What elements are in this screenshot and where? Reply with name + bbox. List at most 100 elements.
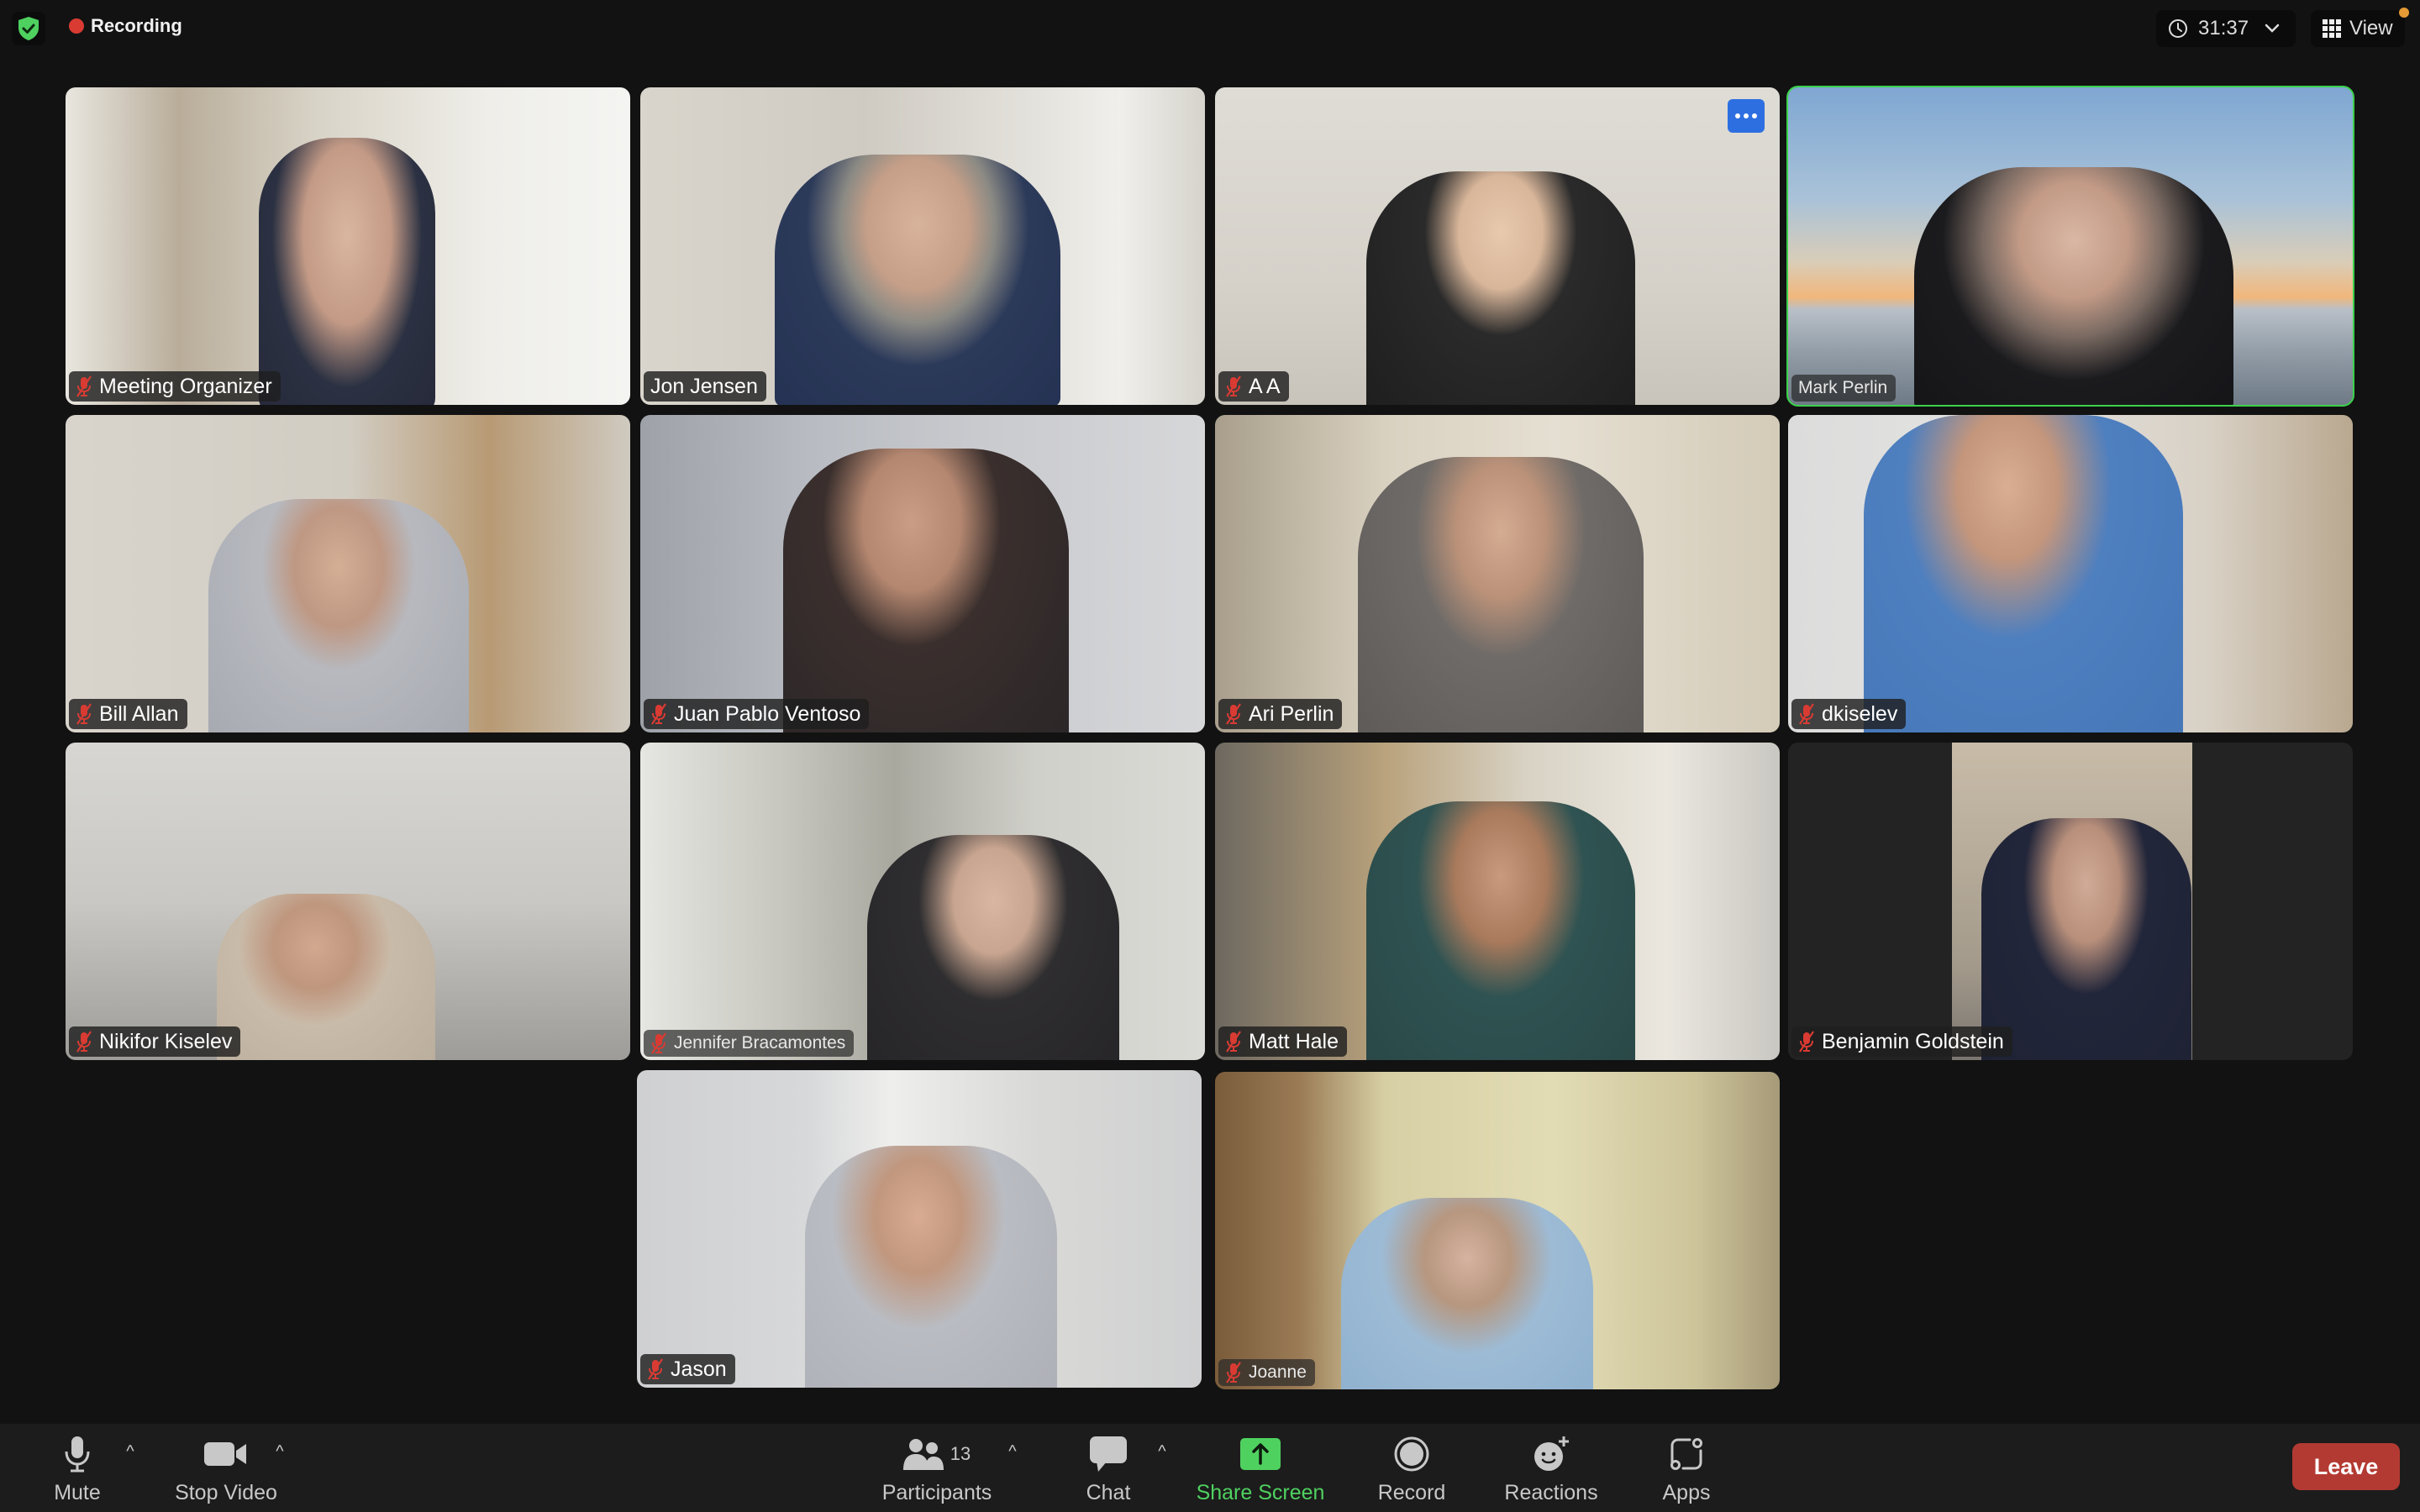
video-tile[interactable]: A A — [1215, 87, 1780, 405]
participant-name: Nikifor Kiselev — [99, 1029, 233, 1053]
video-tile[interactable]: Jon Jensen — [640, 87, 1205, 405]
participant-video — [259, 138, 435, 405]
participant-name: A A — [1249, 374, 1281, 398]
participant-name: dkiselev — [1822, 701, 1898, 726]
mic-muted-icon — [1226, 703, 1241, 725]
audio-options-caret-icon[interactable]: ^ — [122, 1442, 139, 1461]
mic-muted-icon — [76, 1031, 92, 1053]
recording-dot-icon — [69, 18, 84, 34]
participant-nameplate: Jon Jensen — [644, 371, 766, 402]
mic-muted-icon — [76, 375, 92, 397]
participants-count: 13 — [950, 1443, 971, 1464]
participant-nameplate: Jennifer Bracamontes — [644, 1030, 855, 1057]
participant-name: Meeting Organizer — [99, 374, 272, 398]
mic-muted-icon — [1226, 1362, 1241, 1383]
mic-muted-icon — [1799, 703, 1814, 725]
mic-muted-icon — [1226, 375, 1241, 397]
notification-dot — [2399, 8, 2409, 18]
stop-video-button[interactable]: Stop Video — [170, 1424, 282, 1512]
chat-label: Chat — [1086, 1481, 1131, 1504]
mic-muted-icon — [651, 1032, 666, 1054]
timer-value: 31:37 — [2198, 17, 2249, 39]
chevron-down-icon — [2265, 24, 2280, 33]
video-tile[interactable]: Meeting Organizer — [66, 87, 630, 405]
mic-muted-icon — [648, 1358, 663, 1380]
microphone-icon — [65, 1436, 90, 1473]
video-tile[interactable]: Matt Hale — [1215, 743, 1780, 1060]
video-camera-icon — [204, 1442, 246, 1466]
video-tile[interactable]: Bill Allan — [66, 415, 630, 732]
participant-name: Juan Pablo Ventoso — [674, 701, 861, 726]
participant-video — [775, 155, 1060, 405]
video-tile[interactable]: Benjamin Goldstein — [1788, 743, 2353, 1060]
participant-nameplate: Benjamin Goldstein — [1791, 1026, 2012, 1057]
participant-video — [1864, 415, 2183, 732]
security-button[interactable] — [12, 12, 45, 45]
participants-options-caret-icon[interactable]: ^ — [1004, 1442, 1021, 1461]
video-tile-active-speaker[interactable]: Mark Perlin — [1786, 86, 2354, 407]
share-screen-label: Share Screen — [1196, 1481, 1325, 1504]
participant-video — [1914, 167, 2233, 405]
reactions-smiley-icon — [1534, 1436, 1569, 1471]
participant-name: Joanne — [1249, 1362, 1307, 1382]
participants-button[interactable]: 13 Participants — [874, 1424, 1000, 1512]
mic-muted-icon — [1226, 1031, 1241, 1053]
video-options-caret-icon[interactable]: ^ — [271, 1442, 288, 1461]
video-tile[interactable]: Joanne — [1215, 1072, 1780, 1389]
video-tile[interactable]: Nikifor Kiselev — [66, 743, 630, 1060]
participant-nameplate: Joanne — [1218, 1359, 1315, 1386]
participant-nameplate: Nikifor Kiselev — [69, 1026, 241, 1057]
recording-label: Recording — [91, 15, 182, 36]
participant-name: Jason — [671, 1357, 727, 1381]
participant-video — [208, 499, 469, 732]
view-label: View — [2349, 17, 2393, 39]
stop-video-label: Stop Video — [175, 1481, 277, 1504]
participant-nameplate: A A — [1218, 371, 1289, 402]
share-screen-icon — [1240, 1438, 1281, 1470]
participant-name: Matt Hale — [1249, 1029, 1339, 1053]
mic-muted-icon — [651, 703, 666, 725]
reactions-button[interactable]: Reactions — [1501, 1424, 1602, 1512]
apps-label: Apps — [1662, 1481, 1711, 1504]
grid-icon — [2323, 19, 2341, 38]
participant-nameplate: dkiselev — [1791, 699, 1907, 729]
top-bar: Recording 31:37 View — [0, 0, 2420, 59]
meeting-toolbar: Mute ^ Stop Video ^ 13 Participants ^ Ch… — [0, 1424, 2420, 1512]
record-button[interactable]: Record — [1370, 1424, 1454, 1512]
video-tile[interactable]: Ari Perlin — [1215, 415, 1780, 732]
video-tile[interactable]: dkiselev — [1788, 415, 2353, 732]
apps-icon — [1670, 1438, 1702, 1470]
reactions-label: Reactions — [1504, 1481, 1598, 1504]
participant-video — [1366, 171, 1635, 405]
mic-muted-icon — [76, 703, 92, 725]
participant-nameplate: Jason — [640, 1354, 735, 1384]
participants-label: Participants — [881, 1481, 992, 1504]
participant-video — [867, 835, 1119, 1060]
participant-name: Jennifer Bracamontes — [674, 1033, 846, 1053]
apps-button[interactable]: Apps — [1660, 1424, 1713, 1512]
shield-check-icon — [18, 17, 39, 40]
leave-button[interactable]: Leave — [2292, 1443, 2400, 1490]
chat-button[interactable]: Chat — [1078, 1424, 1139, 1512]
participant-video — [1981, 818, 2191, 1060]
view-button[interactable]: View — [2311, 10, 2405, 47]
recording-indicator[interactable]: Recording — [69, 15, 182, 37]
chat-bubble-icon — [1090, 1436, 1127, 1472]
video-tile[interactable]: Juan Pablo Ventoso — [640, 415, 1205, 732]
record-label: Record — [1377, 1481, 1446, 1504]
more-dot — [1735, 113, 1740, 118]
mute-button[interactable]: Mute — [42, 1424, 113, 1512]
chat-options-caret-icon[interactable]: ^ — [1154, 1442, 1171, 1461]
participant-name: Mark Perlin — [1798, 378, 1888, 397]
more-options-button[interactable] — [1728, 99, 1765, 133]
mute-label: Mute — [54, 1481, 101, 1504]
record-icon — [1394, 1436, 1429, 1472]
participant-video — [1341, 1198, 1593, 1389]
video-tile[interactable]: Jason — [637, 1070, 1202, 1388]
video-tile[interactable]: Jennifer Bracamontes — [640, 743, 1205, 1060]
more-dot — [1752, 113, 1757, 118]
participant-name: Bill Allan — [99, 701, 179, 726]
share-screen-button[interactable]: Share Screen — [1193, 1424, 1328, 1512]
meeting-timer[interactable]: 31:37 — [2156, 10, 2296, 47]
participant-name: Benjamin Goldstein — [1822, 1029, 2004, 1053]
